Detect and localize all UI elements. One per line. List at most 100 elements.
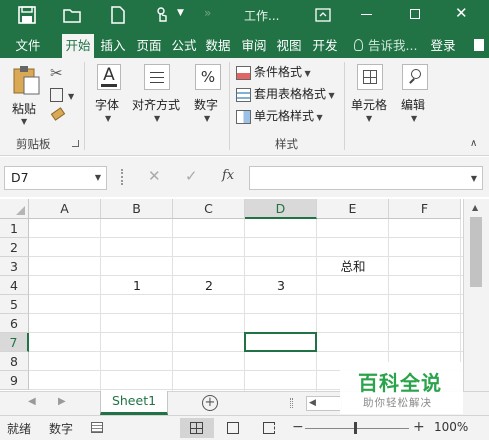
cell-b4[interactable]: 1 bbox=[101, 276, 173, 295]
editing-button[interactable]: 编辑 ▼ bbox=[398, 62, 432, 128]
number-label: 数字 bbox=[194, 98, 219, 112]
tab-developer[interactable]: 开发 bbox=[309, 34, 341, 58]
open-folder-icon[interactable] bbox=[62, 5, 82, 25]
add-sheet-icon[interactable]: + bbox=[202, 395, 218, 411]
font-a-icon: A bbox=[97, 64, 121, 90]
tab-page-layout[interactable]: 页面 bbox=[133, 34, 165, 58]
alignment-button[interactable]: 对齐方式 ▼ bbox=[132, 62, 184, 128]
number-button[interactable]: % 数字 ▼ bbox=[190, 62, 226, 128]
selected-cell-border[interactable] bbox=[244, 332, 317, 352]
close-icon[interactable]: ✕ bbox=[455, 4, 468, 22]
column-header-b[interactable]: B bbox=[101, 199, 173, 219]
save-icon[interactable] bbox=[17, 5, 37, 25]
tab-home[interactable]: 开始 bbox=[62, 34, 94, 58]
new-file-icon[interactable] bbox=[108, 5, 128, 25]
copy-icon[interactable] bbox=[50, 88, 63, 102]
page-layout-view-icon[interactable] bbox=[227, 422, 239, 434]
name-box-dropdown-icon[interactable]: ▼ bbox=[95, 167, 101, 189]
collapse-ribbon-icon[interactable]: ∧ bbox=[470, 138, 477, 149]
scroll-thumb[interactable] bbox=[470, 217, 482, 287]
row-header-9[interactable]: 9 bbox=[0, 371, 29, 390]
font-button[interactable]: A 字体 ▼ bbox=[90, 62, 126, 128]
ribbon-separator bbox=[229, 62, 230, 150]
grid-line bbox=[29, 313, 463, 314]
touch-mode-icon[interactable] bbox=[152, 5, 172, 25]
sheet-scroll-right-icon[interactable]: ▶ bbox=[58, 396, 66, 407]
tab-formulas[interactable]: 公式 bbox=[169, 34, 199, 58]
format-painter-icon[interactable] bbox=[50, 107, 66, 121]
column-header-c[interactable]: C bbox=[173, 199, 245, 219]
row-header-8[interactable]: 8 bbox=[0, 352, 29, 371]
restore-icon[interactable] bbox=[410, 9, 420, 19]
tab-file[interactable]: 文件 bbox=[8, 34, 48, 58]
row-header-5[interactable]: 5 bbox=[0, 295, 29, 314]
copy-dropdown-icon[interactable]: ▼ bbox=[68, 92, 74, 101]
row-header-3[interactable]: 3 bbox=[0, 257, 29, 276]
name-box-value: D7 bbox=[11, 170, 29, 185]
tell-me-search[interactable]: 告诉我... bbox=[368, 34, 422, 58]
sheet-tab-sheet1[interactable]: Sheet1 bbox=[100, 391, 168, 415]
conditional-format-label: 条件格式 bbox=[254, 65, 303, 79]
insert-function-icon[interactable]: fx bbox=[222, 168, 234, 183]
zoom-out-button[interactable]: − bbox=[292, 419, 304, 435]
cells-button[interactable]: 单元格 ▼ bbox=[350, 62, 390, 128]
paste-dropdown-icon[interactable]: ▼ bbox=[21, 117, 27, 126]
page-break-view-icon[interactable] bbox=[263, 422, 275, 434]
row-header-1[interactable]: 1 bbox=[0, 219, 29, 238]
name-box[interactable]: D7 ▼ bbox=[4, 166, 107, 190]
num-lock-status: 数字 bbox=[49, 422, 74, 436]
quick-access-dropdown-icon[interactable]: ▼ bbox=[177, 8, 184, 18]
ready-status: 就绪 bbox=[7, 422, 32, 436]
sheet-scroll-left-icon[interactable]: ◀ bbox=[28, 396, 36, 407]
window-title: 工作... bbox=[244, 9, 280, 23]
lightbulb-icon bbox=[354, 39, 363, 51]
scroll-up-icon[interactable]: ▲ bbox=[472, 203, 478, 212]
confirm-entry-icon[interactable]: ✓ bbox=[185, 167, 198, 185]
clipboard-dialog-launcher-icon[interactable] bbox=[72, 140, 79, 147]
select-all-corner[interactable] bbox=[0, 199, 29, 219]
ribbon-tabs: 文件 开始 插入 页面 公式 数据 审阅 视图 开发 告诉我... 登录 bbox=[0, 30, 489, 58]
column-header-d[interactable]: D bbox=[245, 199, 317, 219]
zoom-level[interactable]: 100% bbox=[434, 420, 468, 434]
cell-styles-button[interactable]: 单元格样式 ▼ bbox=[236, 106, 323, 126]
row-header-6[interactable]: 6 bbox=[0, 314, 29, 333]
zoom-slider[interactable] bbox=[305, 428, 409, 429]
grid-line bbox=[29, 237, 463, 238]
cut-icon[interactable]: ✂ bbox=[50, 64, 63, 82]
macro-record-icon[interactable] bbox=[91, 422, 103, 433]
column-header-a[interactable]: A bbox=[29, 199, 101, 219]
ribbon-display-options-icon[interactable] bbox=[313, 5, 333, 25]
tab-review[interactable]: 审阅 bbox=[239, 34, 269, 58]
ribbon-home: 粘贴 ▼ ✂ ▼ 剪贴板 A 字体 ▼ 对齐方式 ▼ % 数字 ▼ 条件格式 ▼… bbox=[0, 58, 489, 156]
column-header-e[interactable]: E bbox=[317, 199, 389, 219]
row-header-7[interactable]: 7 bbox=[0, 333, 29, 352]
conditional-format-button[interactable]: 条件格式 ▼ bbox=[236, 62, 311, 82]
tab-splitter-icon[interactable] bbox=[290, 398, 293, 408]
zoom-slider-thumb[interactable] bbox=[354, 422, 357, 434]
normal-view-button[interactable] bbox=[180, 418, 214, 438]
tab-data[interactable]: 数据 bbox=[203, 34, 233, 58]
share-icon[interactable] bbox=[474, 39, 484, 51]
cell-e3[interactable]: 总和 bbox=[317, 257, 389, 276]
tab-insert[interactable]: 插入 bbox=[98, 34, 128, 58]
minimize-icon[interactable] bbox=[361, 14, 372, 15]
format-as-table-button[interactable]: 套用表格格式 ▼ bbox=[236, 84, 335, 104]
cells-label: 单元格 bbox=[351, 98, 388, 112]
cancel-entry-icon[interactable]: ✕ bbox=[148, 167, 161, 185]
redo-icon[interactable]: » bbox=[204, 6, 211, 20]
sign-in-link[interactable]: 登录 bbox=[425, 34, 461, 58]
row-header-4[interactable]: 4 bbox=[0, 276, 29, 295]
horizontal-scrollbar[interactable]: ◀ bbox=[306, 396, 342, 411]
formula-input[interactable]: ▼ bbox=[249, 166, 483, 190]
zoom-in-button[interactable]: + bbox=[413, 419, 425, 435]
cell-c4[interactable]: 2 bbox=[173, 276, 245, 295]
row-header-2[interactable]: 2 bbox=[0, 238, 29, 257]
expand-formula-bar-icon[interactable]: ▼ bbox=[471, 174, 477, 183]
vertical-scrollbar[interactable]: ▲ bbox=[463, 199, 489, 391]
paste-button[interactable]: 粘贴 ▼ bbox=[8, 64, 44, 126]
magnifier-icon bbox=[402, 64, 428, 90]
tab-view[interactable]: 视图 bbox=[274, 34, 304, 58]
cell-d4[interactable]: 3 bbox=[245, 276, 317, 295]
hscroll-left-icon[interactable]: ◀ bbox=[309, 398, 316, 408]
column-header-f[interactable]: F bbox=[389, 199, 461, 219]
